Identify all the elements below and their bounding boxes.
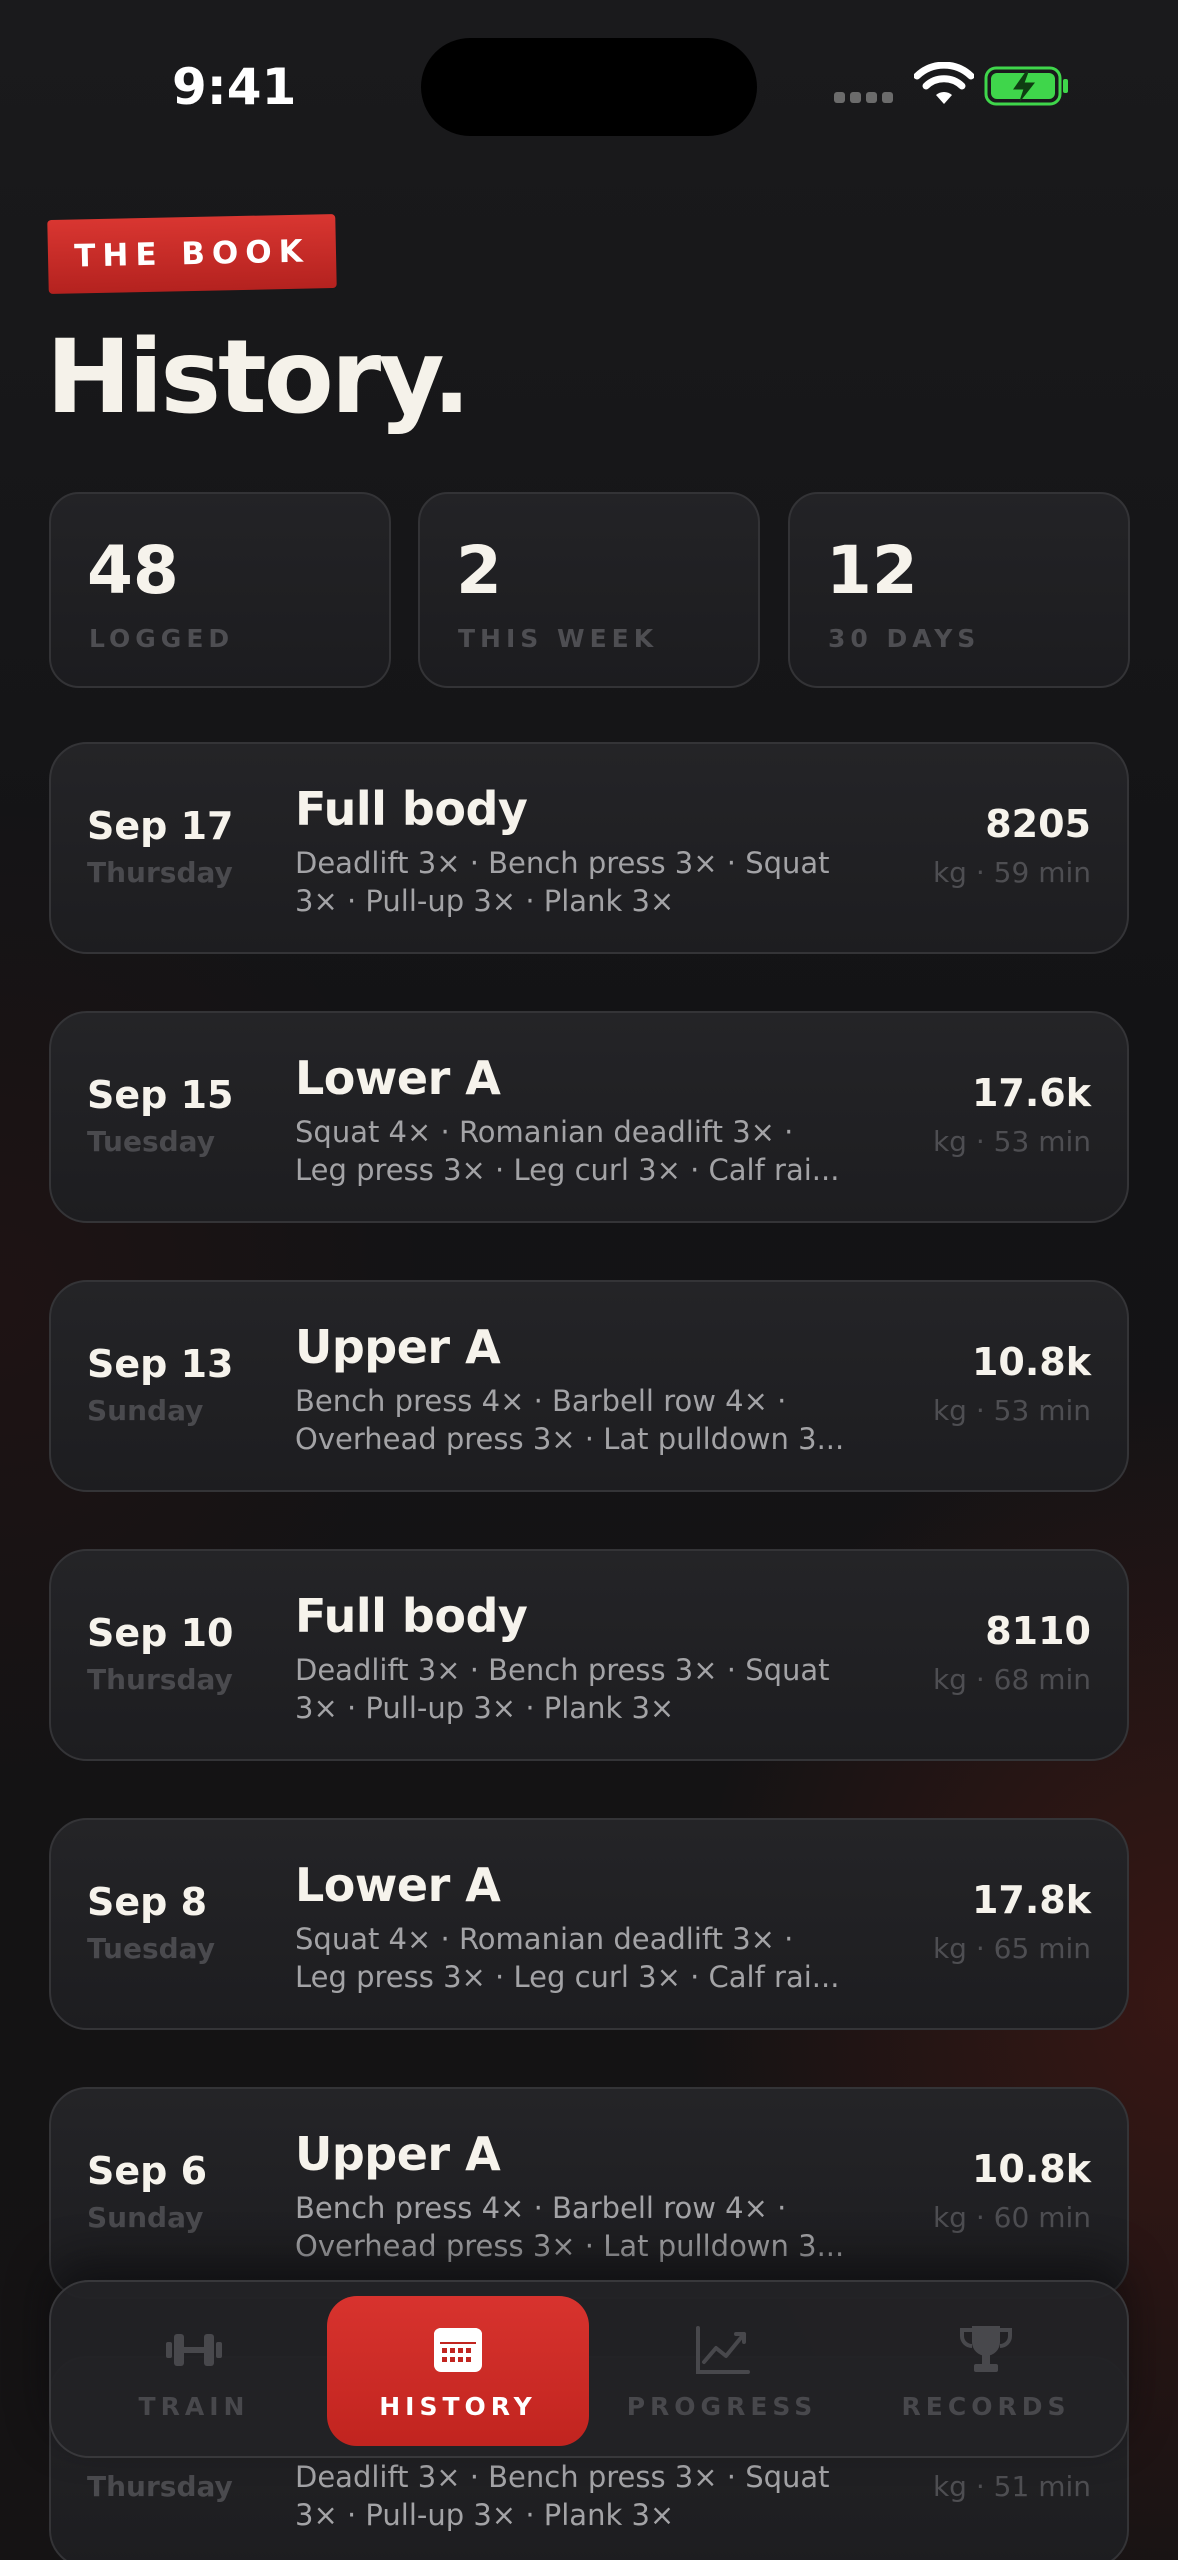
workout-exercises-line: Squat 4× · Romanian deadlift 3× · [295,1115,794,1149]
workout-title: Upper A [295,2127,501,2181]
workout-weekday: Tuesday [87,1125,215,1158]
workout-exercises: Deadlift 3× · Bench press 3× · Squat 3× … [295,1651,855,1727]
stat-label: THIS WEEK [458,624,659,653]
workout-volume: 8110 [985,1609,1091,1653]
workout-exercises: Squat 4× · Romanian deadlift 3× · Leg pr… [295,1113,855,1189]
workout-weekday: Thursday [87,2470,233,2503]
workout-meta: kg · 53 min [932,1394,1091,1427]
workout-exercises-line: Leg press 3× · Leg curl 3× · Calf rai... [295,1960,840,1994]
workout-card[interactable]: Sep 17 Thursday Full body Deadlift 3× · … [49,742,1129,954]
workout-exercises: Deadlift 3× · Bench press 3× · Squat 3× … [295,844,855,920]
tab-train[interactable]: TRAIN [63,2296,325,2446]
workout-title: Full body [295,782,528,836]
tab-label: TRAIN [138,2391,250,2421]
workout-exercises-line: Bench press 4× · Barbell row 4× · [295,1384,787,1418]
stat-card-30-days: 12 30 DAYS [788,492,1130,688]
workout-exercises: Squat 4× · Romanian deadlift 3× · Leg pr… [295,1920,855,1996]
workout-meta: kg · 51 min [932,2470,1091,2503]
wifi-icon [914,62,974,104]
workout-date: Sep 17 [87,804,234,848]
workout-card[interactable]: Sep 8 Tuesday Lower A Squat 4× · Romania… [49,1818,1129,2030]
workout-exercises: Deadlift 3× · Bench press 3× · Squat 3× … [295,2458,855,2534]
workout-exercises-line: 3× · Pull-up 3× · Plank 3× [295,1691,675,1725]
stat-label: 30 DAYS [828,624,981,653]
tab-records[interactable]: RECORDS [855,2296,1117,2446]
section-tag-label: THE BOOK [73,233,311,275]
tab-label: HISTORY [379,2391,537,2421]
workout-card[interactable]: Sep 6 Sunday Upper A Bench press 4× · Ba… [49,2087,1129,2299]
chart-line-icon [696,2325,750,2374]
dumbbell-icon [166,2333,222,2366]
workout-exercises-line: Deadlift 3× · Bench press 3× · Squat [295,2460,830,2494]
workout-weekday: Tuesday [87,1932,215,1965]
workout-volume: 17.6k [971,1071,1091,1115]
page-title: History. [46,318,471,437]
workout-date: Sep 6 [87,2149,208,2193]
workout-date: Sep 13 [87,1342,234,1386]
workout-exercises-line: 3× · Pull-up 3× · Plank 3× [295,2498,675,2532]
workout-exercises-line: Deadlift 3× · Bench press 3× · Squat [295,846,830,880]
workout-title: Lower A [295,1051,501,1105]
calendar-icon [434,2327,482,2372]
tab-label: PROGRESS [626,2391,818,2421]
stat-card-this-week: 2 THIS WEEK [418,492,760,688]
workout-exercises-line: Leg press 3× · Leg curl 3× · Calf rai... [295,1153,840,1187]
workout-exercises-line: Deadlift 3× · Bench press 3× · Squat [295,1653,830,1687]
workout-card[interactable]: Sep 10 Thursday Full body Deadlift 3× · … [49,1549,1129,1761]
stat-value: 2 [456,532,502,609]
workout-date: Sep 8 [87,1880,208,1924]
workout-weekday: Sunday [87,1394,204,1427]
workout-meta: kg · 59 min [932,856,1091,889]
history-screen: 9:41 THE BOOK History. 48 LOGGED 2 THIS … [0,0,1178,2560]
workout-exercises: Bench press 4× · Barbell row 4× · Overhe… [295,1382,855,1458]
workout-title: Full body [295,1589,528,1643]
tab-label: RECORDS [901,2391,1071,2421]
workout-volume: 17.8k [971,1878,1091,1922]
workout-meta: kg · 53 min [932,1125,1091,1158]
workout-date: Sep 10 [87,1611,234,1655]
workout-weekday: Thursday [87,856,233,889]
trophy-icon [960,2325,1012,2372]
workout-exercises-line: Squat 4× · Romanian deadlift 3× · [295,1922,794,1956]
status-time: 9:41 [172,58,297,116]
workout-exercises-line: Overhead press 3× · Lat pulldown 3... [295,2229,845,2263]
workout-title: Lower A [295,1858,501,1912]
workout-exercises-line: 3× · Pull-up 3× · Plank 3× [295,884,675,918]
workout-card[interactable]: Sep 15 Tuesday Lower A Squat 4× · Romani… [49,1011,1129,1223]
tab-history[interactable]: HISTORY [327,2296,589,2446]
workout-exercises: Bench press 4× · Barbell row 4× · Overhe… [295,2189,855,2265]
workout-weekday: Sunday [87,2201,204,2234]
workout-volume: 8205 [985,802,1091,846]
workout-weekday: Thursday [87,1663,233,1696]
workout-volume: 10.8k [971,1340,1091,1384]
workout-card[interactable]: Sep 13 Sunday Upper A Bench press 4× · B… [49,1280,1129,1492]
stat-label: LOGGED [89,624,235,653]
stat-value: 48 [87,532,179,609]
workout-exercises-line: Overhead press 3× · Lat pulldown 3... [295,1422,845,1456]
workout-volume: 10.8k [971,2147,1091,2191]
section-tag: THE BOOK [47,213,337,295]
stat-card-logged: 48 LOGGED [49,492,391,688]
stat-value: 12 [826,532,918,609]
battery-charging-icon [984,66,1068,106]
tab-progress[interactable]: PROGRESS [591,2296,853,2446]
dynamic-island [421,38,757,136]
cellular-signal-icon [834,92,894,103]
workout-exercises-line: Bench press 4× · Barbell row 4× · [295,2191,787,2225]
workout-meta: kg · 65 min [932,1932,1091,1965]
workout-date: Sep 15 [87,1073,234,1117]
workout-meta: kg · 60 min [932,2201,1091,2234]
workout-title: Upper A [295,1320,501,1374]
tab-bar: TRAIN HISTORY PROGRESS RECORDS [49,2280,1129,2458]
workout-meta: kg · 68 min [932,1663,1091,1696]
